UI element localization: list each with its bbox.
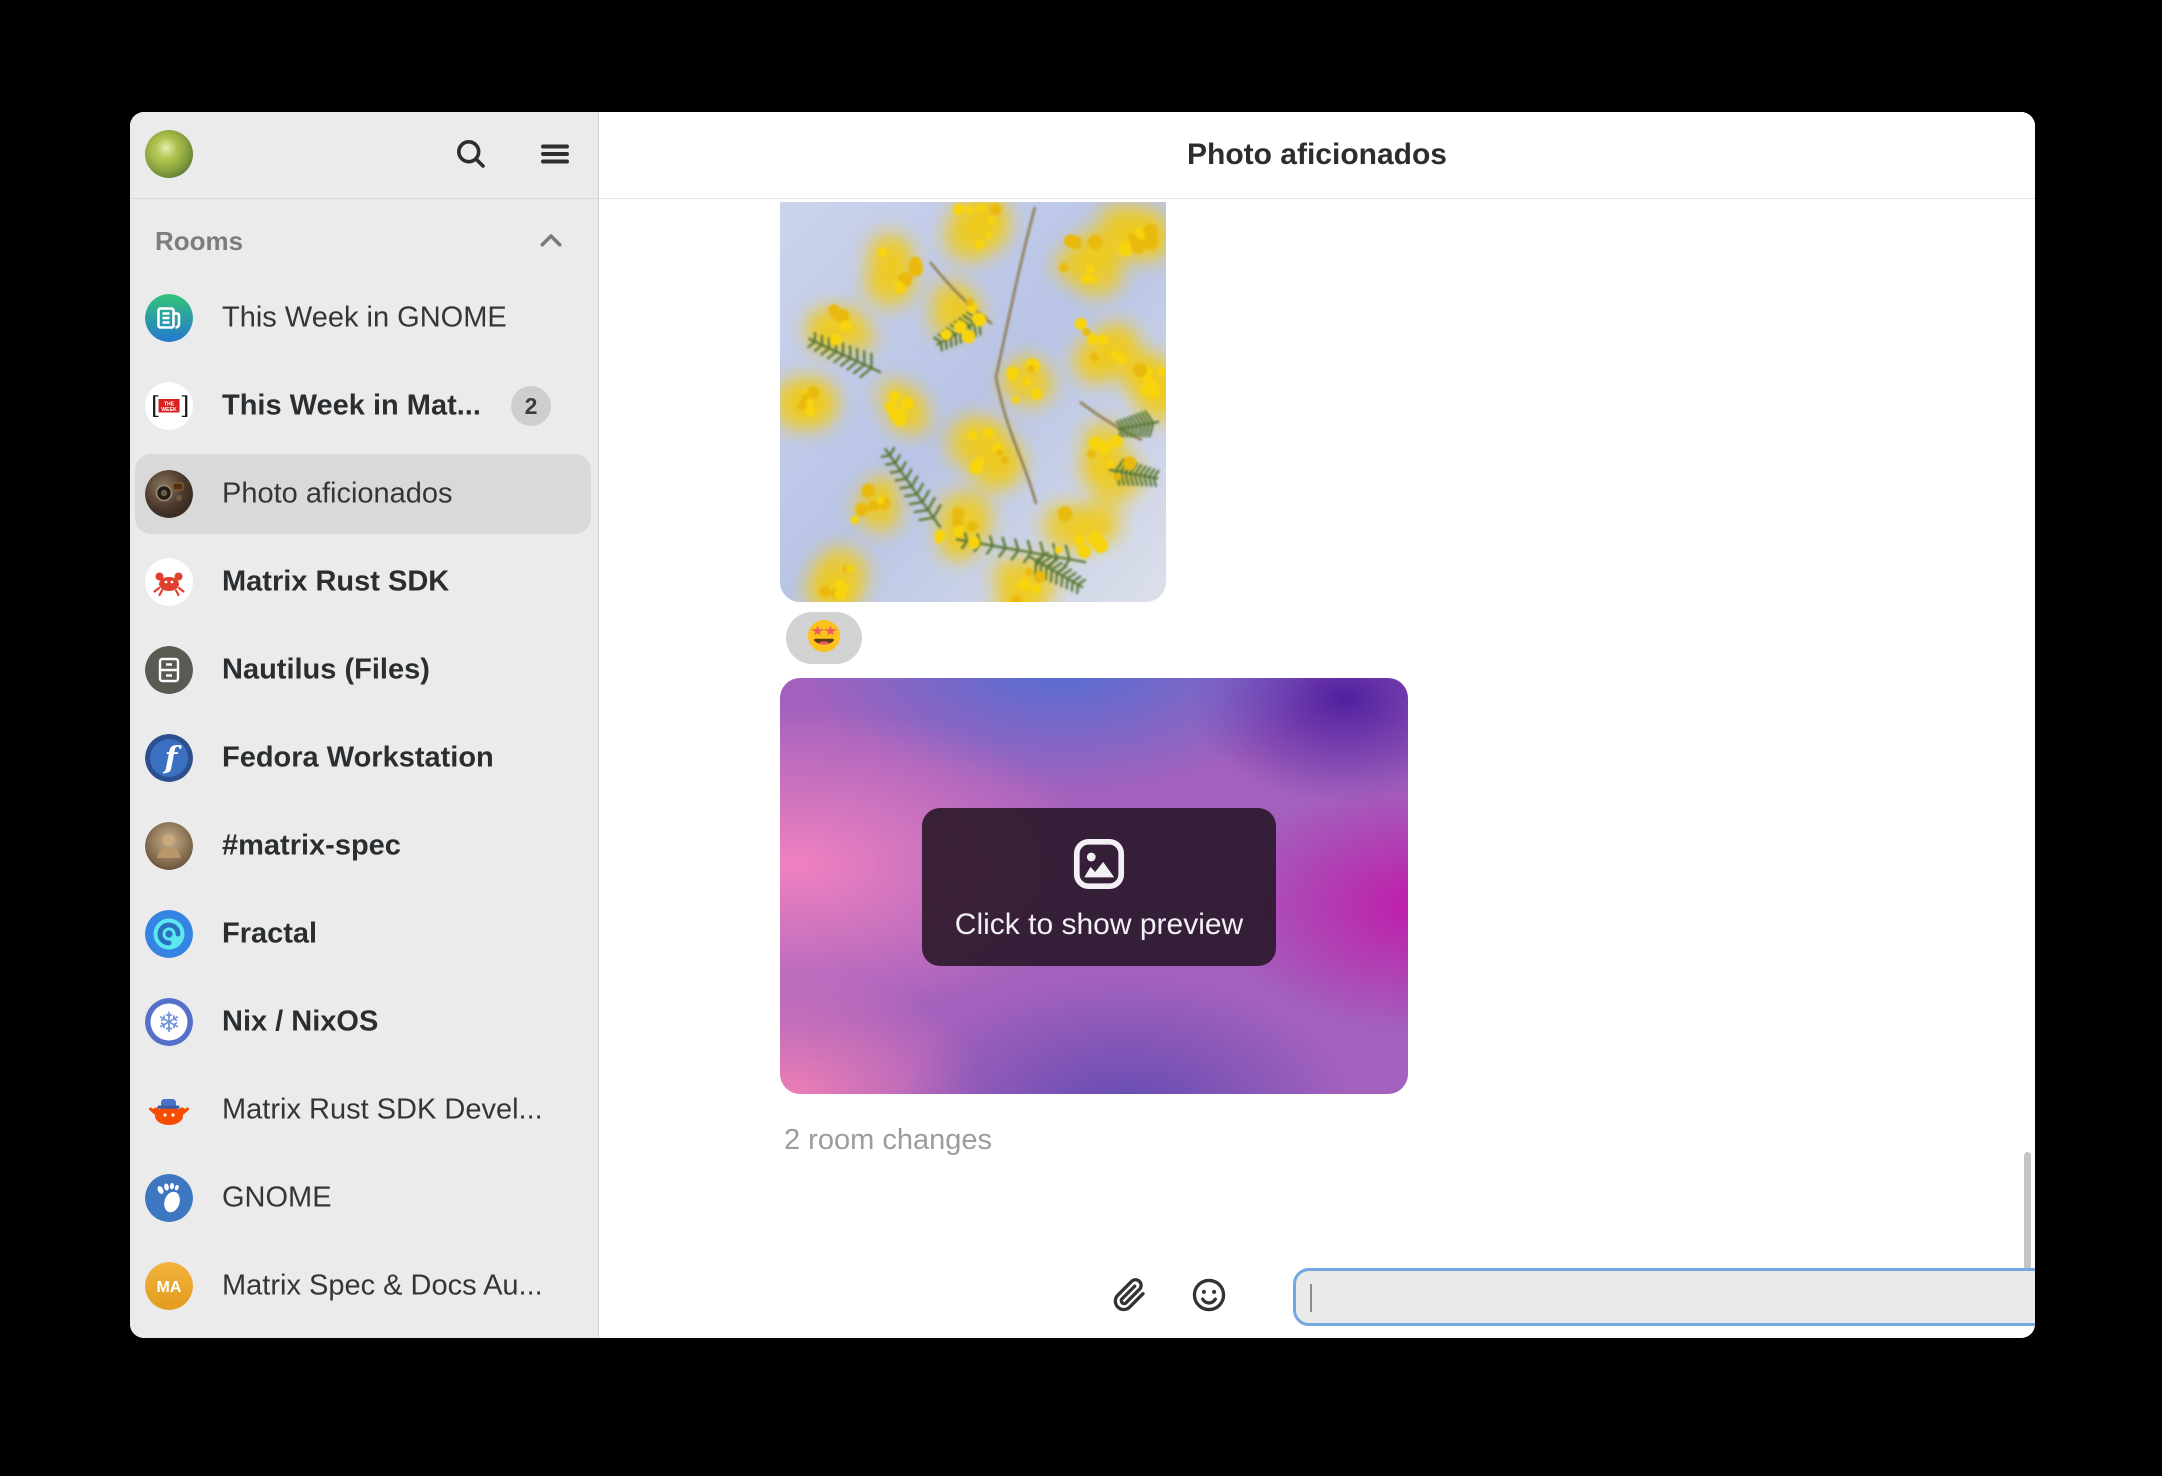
room-name: This Week in Mat... xyxy=(222,390,481,423)
show-preview-button[interactable]: Click to show preview xyxy=(922,808,1276,966)
sidebar-item-nix-nixos[interactable]: ❄ Nix / NixOS xyxy=(135,982,591,1062)
person-room-avatar xyxy=(145,822,193,870)
fedora-room-avatar: f xyxy=(145,734,193,782)
sidebar-item-photo-aficionados[interactable]: Photo aficionados xyxy=(135,454,591,534)
rooms-section-header[interactable]: Rooms xyxy=(130,212,598,268)
sidebar-item-matrix-spec[interactable]: #matrix-spec xyxy=(135,806,591,886)
room-name: Nautilus (Files) xyxy=(222,654,430,687)
chat-title: Photo aficionados xyxy=(599,138,2035,172)
emoji-picker-button[interactable] xyxy=(1185,1273,1233,1321)
fractal-app-window: Rooms This Week in GNOME []THEWEEK This … xyxy=(130,112,2035,1338)
room-name: Fractal xyxy=(222,918,317,951)
message-input[interactable] xyxy=(1293,1268,2035,1326)
gnome-room-avatar xyxy=(145,1174,193,1222)
room-name: Matrix Spec & Docs Au... xyxy=(222,1270,543,1303)
nix-room-avatar: ❄ xyxy=(145,998,193,1046)
mimosa-photo xyxy=(780,202,1166,602)
rooms-section-label: Rooms xyxy=(155,226,243,257)
reaction-pill[interactable] xyxy=(786,612,862,664)
room-changes-label: 2 room changes xyxy=(784,1124,992,1157)
chat-header: Photo aficionados xyxy=(599,112,2035,199)
text-caret xyxy=(1310,1284,1312,1312)
ma-room-avatar: MA xyxy=(145,1262,193,1310)
star-struck-emoji-icon xyxy=(806,618,842,659)
sidebar-item-matrix-spec-docs-au[interactable]: MA Matrix Spec & Docs Au... xyxy=(135,1246,591,1326)
timeline-scrollbar[interactable] xyxy=(2024,1152,2031,1270)
main-menu-button[interactable] xyxy=(531,132,579,180)
room-name: Fedora Workstation xyxy=(222,742,494,775)
sidebar-item-this-week-in-mat[interactable]: []THEWEEK This Week in Mat... 2 xyxy=(135,366,591,446)
sidebar-item-nautilus-files[interactable]: Nautilus (Files) xyxy=(135,630,591,710)
smiley-icon xyxy=(1190,1276,1228,1319)
cabinet-room-avatar xyxy=(145,646,193,694)
twig-room-avatar xyxy=(145,294,193,342)
account-avatar[interactable] xyxy=(145,130,193,178)
show-preview-label: Click to show preview xyxy=(955,908,1243,942)
room-name: Nix / NixOS xyxy=(222,1006,378,1039)
svg-text:❄: ❄ xyxy=(157,1006,180,1039)
room-name: #matrix-spec xyxy=(222,830,401,863)
unread-badge: 2 xyxy=(511,386,551,426)
svg-text:MA: MA xyxy=(157,1279,182,1296)
sidebar-header xyxy=(130,112,598,199)
hamburger-icon xyxy=(537,136,573,177)
search-icon xyxy=(453,136,489,177)
attach-file-button[interactable] xyxy=(1106,1273,1154,1321)
sidebar-item-matrix-rust-sdk[interactable]: Matrix Rust SDK xyxy=(135,542,591,622)
crab-room-avatar xyxy=(145,558,193,606)
fractal-room-avatar xyxy=(145,910,193,958)
twim-room-avatar: []THEWEEK xyxy=(145,382,193,430)
blurred-media-message: Click to show preview xyxy=(780,678,1408,1094)
sidebar-item-matrix-rust-sdk-devel[interactable]: Matrix Rust SDK Devel... xyxy=(135,1070,591,1150)
chat-pane: Photo aficionados xyxy=(599,112,2035,1338)
image-message-mimosa[interactable] xyxy=(780,202,1166,602)
sidebar-item-this-week-in-gnome[interactable]: This Week in GNOME xyxy=(135,278,591,358)
paperclip-icon xyxy=(1111,1276,1149,1319)
room-name: Matrix Rust SDK xyxy=(222,566,449,599)
room-name: GNOME xyxy=(222,1182,332,1215)
image-preview-icon xyxy=(1068,833,1130,898)
camera-room-avatar xyxy=(145,470,193,518)
svg-text:]: ] xyxy=(180,392,189,420)
sidebar-item-fedora-workstation[interactable]: f Fedora Workstation xyxy=(135,718,591,798)
collapse-chevron-icon xyxy=(536,226,566,261)
ferris-room-avatar xyxy=(145,1086,193,1134)
room-name: This Week in GNOME xyxy=(222,302,507,335)
sidebar: Rooms This Week in GNOME []THEWEEK This … xyxy=(130,112,599,1338)
room-name: Matrix Rust SDK Devel... xyxy=(222,1094,543,1127)
sidebar-item-fractal[interactable]: Fractal xyxy=(135,894,591,974)
svg-text:WEEK: WEEK xyxy=(161,407,177,413)
search-button[interactable] xyxy=(447,132,495,180)
room-name: Photo aficionados xyxy=(222,478,453,511)
sidebar-item-gnome[interactable]: GNOME xyxy=(135,1158,591,1238)
